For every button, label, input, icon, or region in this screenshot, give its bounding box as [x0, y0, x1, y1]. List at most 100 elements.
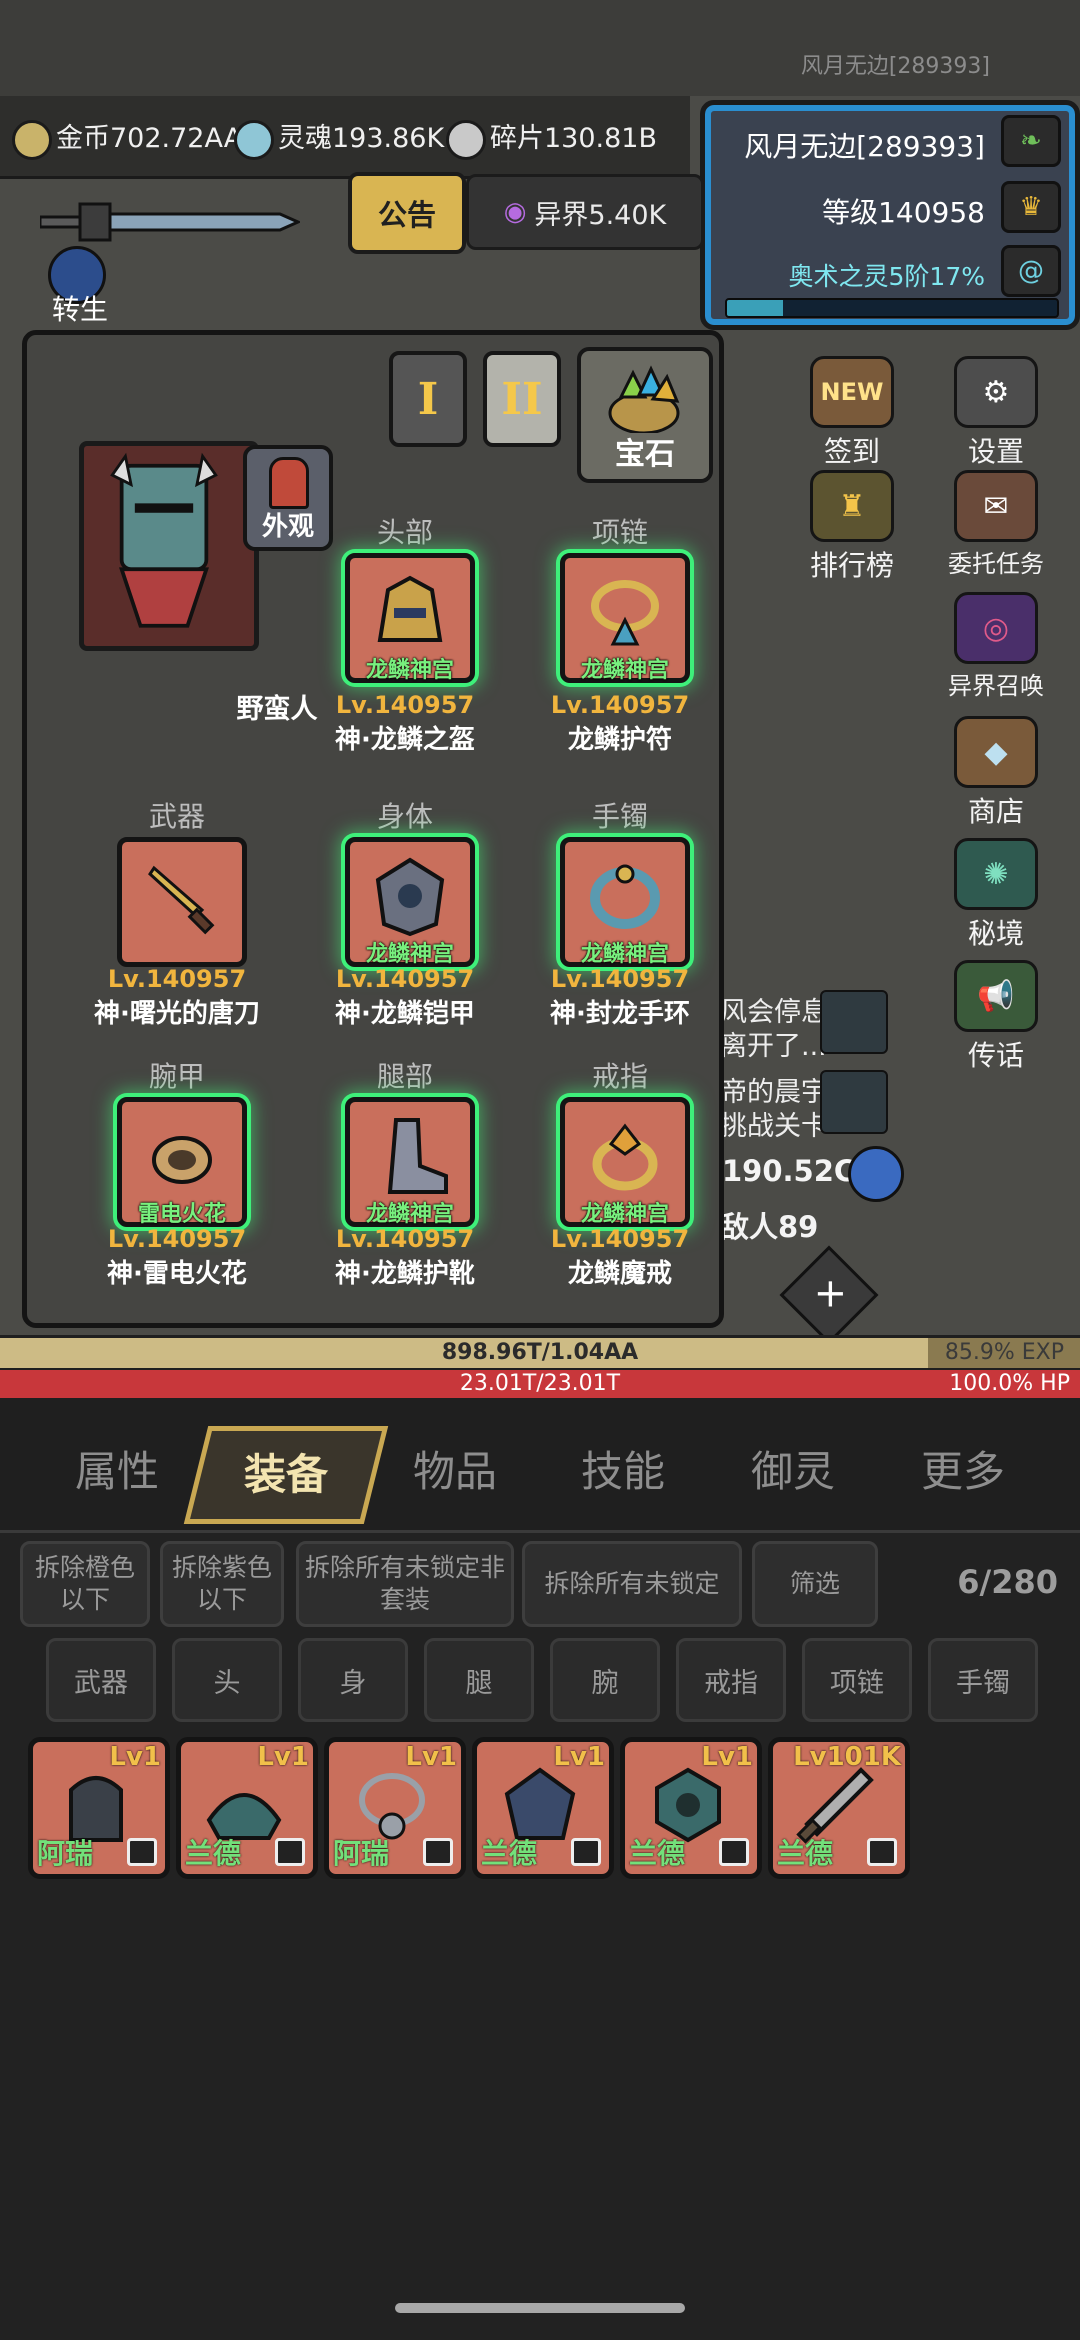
tab-skills[interactable]: 技能	[548, 1438, 698, 1499]
summon-button[interactable]: ◎ 异界召唤	[936, 592, 1056, 701]
set-name: 龙鳞神宫	[580, 942, 669, 967]
gem-button[interactable]: 宝石	[577, 347, 713, 483]
sign-in-label: 签到	[823, 435, 880, 468]
top-player-tag: 风月无边[289393]	[800, 54, 990, 79]
filter-ring[interactable]: 戒指	[676, 1638, 786, 1722]
secret-realm-button[interactable]: ✺ 秘境	[936, 838, 1056, 952]
lock-icon[interactable]	[275, 1838, 305, 1866]
dismantle-below-purple-button[interactable]: 拆除紫色以下	[160, 1541, 284, 1627]
arcane-swirl-icon[interactable]: @	[1001, 245, 1061, 297]
home-indicator[interactable]	[395, 2303, 685, 2313]
settings-label: 设置	[967, 435, 1024, 468]
ring-icon	[592, 1123, 658, 1191]
player-name: 风月无边[289393]	[744, 130, 985, 163]
dismantle-all-unlocked-button[interactable]: 拆除所有未锁定	[522, 1541, 742, 1627]
equip-slot-head[interactable]: 龙鳞神宫	[345, 553, 475, 683]
set-name: 龙鳞神宫	[365, 658, 454, 683]
filter-weapon[interactable]: 武器	[46, 1638, 156, 1722]
slot-item-name: 龙鳞护符	[567, 725, 672, 755]
filter-body[interactable]: 身	[298, 1638, 408, 1722]
lock-icon[interactable]	[423, 1838, 453, 1866]
set-two-button[interactable]: II	[483, 351, 561, 447]
slot-title-body: 身体	[376, 800, 433, 833]
equip-slot-ring[interactable]: 龙鳞神宫	[560, 1097, 690, 1227]
filter-bracelet[interactable]: 手镯	[928, 1638, 1038, 1722]
slot-level: Lv.140957	[550, 1225, 690, 1253]
dragon-helmet-icon	[377, 575, 443, 642]
quest-icon: ✉	[954, 470, 1038, 542]
inventory-item[interactable]: Lv1 阿瑞	[324, 1737, 466, 1879]
slot-level: Lv.140957	[550, 965, 690, 993]
leaf-icon: ❧	[1020, 126, 1042, 156]
avatar[interactable]: ❧	[1001, 115, 1061, 167]
player-level: 等级140958	[822, 196, 985, 229]
rebirth-button[interactable]: 转生	[30, 288, 130, 328]
tab-equipment[interactable]: 装备	[183, 1426, 389, 1524]
equip-slot-bracer[interactable]: 雷电火花	[117, 1097, 247, 1227]
armor-icon	[375, 857, 445, 937]
equipment-panel: I II 宝石 外观 野蛮人 头部 龙鳞神宫 Lv.140957 神·龙鳞之盔 …	[22, 330, 724, 1328]
equip-slot-bracelet[interactable]: 龙鳞神宫	[560, 837, 690, 967]
slot-level: Lv.140957	[335, 691, 475, 719]
item-set-tag: 阿瑞	[37, 1837, 94, 1870]
lock-icon[interactable]	[571, 1838, 601, 1866]
soul-label: 灵魂193.86K	[278, 123, 445, 154]
dismantle-below-orange-button[interactable]: 拆除橙色以下	[20, 1541, 150, 1627]
notice-button[interactable]: 公告	[348, 172, 466, 254]
soul-resource: 灵魂193.86K	[234, 116, 444, 160]
item-level: Lv1	[405, 1742, 457, 1772]
inventory-item[interactable]: Lv1 兰德	[620, 1737, 762, 1879]
set-one-button[interactable]: I	[389, 351, 467, 447]
tab-more[interactable]: 更多	[888, 1438, 1038, 1499]
skin-button[interactable]: 外观	[243, 445, 333, 551]
otherworld-label: 异界5.40K	[534, 199, 667, 231]
add-button[interactable]: +	[779, 1245, 879, 1335]
shop-button[interactable]: ◆ 商店	[936, 716, 1056, 830]
item-set-tag: 兰德	[481, 1837, 538, 1870]
inventory-item[interactable]: Lv1 阿瑞	[28, 1737, 170, 1879]
slot-title-bracelet: 手镯	[591, 800, 648, 833]
lock-icon[interactable]	[867, 1838, 897, 1866]
equip-slot-body[interactable]: 龙鳞神宫	[345, 837, 475, 967]
dismantle-unlocked-non-set-button[interactable]: 拆除所有未锁定非套装	[296, 1541, 514, 1627]
character-banner	[79, 441, 259, 651]
gold-label: 金币702.72AA	[56, 123, 243, 154]
amulet-icon	[591, 580, 659, 646]
filter-head[interactable]: 头	[172, 1638, 282, 1722]
set-name: 龙鳞神宫	[580, 1202, 669, 1227]
tab-spirits[interactable]: 御灵	[718, 1438, 868, 1499]
chat-avatar[interactable]	[820, 990, 888, 1054]
slot-title-ring: 戒指	[591, 1060, 648, 1093]
slot-title-legs: 腿部	[376, 1060, 433, 1093]
bracelet-icon	[590, 864, 660, 929]
megaphone-icon: 📢	[954, 960, 1038, 1032]
lock-icon[interactable]	[127, 1838, 157, 1866]
filter-bracer[interactable]: 腕	[550, 1638, 660, 1722]
filter-necklace[interactable]: 项链	[802, 1638, 912, 1722]
chat-avatar[interactable]	[820, 1070, 888, 1134]
lock-icon[interactable]	[719, 1838, 749, 1866]
tab-items[interactable]: 物品	[380, 1438, 530, 1499]
tab-equipment-label: 装备	[243, 1450, 328, 1499]
quest-button[interactable]: ✉ 委托任务	[936, 470, 1056, 579]
sign-in-icon: NEW	[810, 356, 894, 428]
player-card[interactable]: 风月无边[289393] ❧ 等级140958 ♛ 奥术之灵5阶17% @	[700, 100, 1080, 330]
set-name: 龙鳞神宫	[365, 1202, 454, 1227]
equip-slot-legs[interactable]: 龙鳞神宫	[345, 1097, 475, 1227]
equip-slot-weapon[interactable]	[117, 837, 247, 967]
game-scene: 风月无边[289393] 金币702.72AA 灵魂193.86K 碎片130.…	[0, 0, 1080, 1335]
barbarian-portrait-icon	[110, 452, 218, 628]
inventory-item[interactable]: Lv1 兰德	[176, 1737, 318, 1879]
tab-attributes[interactable]: 属性	[42, 1438, 192, 1499]
inventory-panel: 拆除橙色以下 拆除紫色以下 拆除所有未锁定非套装 拆除所有未锁定 筛选 6/28…	[0, 1530, 1080, 2340]
settings-button[interactable]: ⚙ 设置	[936, 356, 1056, 470]
equip-slot-necklace[interactable]: 龙鳞神宫	[560, 553, 690, 683]
message-button[interactable]: 📢 传话	[936, 960, 1056, 1074]
filter-button[interactable]: 筛选	[752, 1541, 878, 1627]
inventory-item[interactable]: Lv101K 兰德	[768, 1737, 910, 1879]
sign-in-button[interactable]: NEW 签到	[792, 356, 912, 470]
filter-legs[interactable]: 腿	[424, 1638, 534, 1722]
inventory-item[interactable]: Lv1 兰德	[472, 1737, 614, 1879]
otherworld-button[interactable]: ◉ 异界5.40K	[466, 174, 704, 250]
leaderboard-button[interactable]: ♜ 排行榜	[792, 470, 912, 584]
